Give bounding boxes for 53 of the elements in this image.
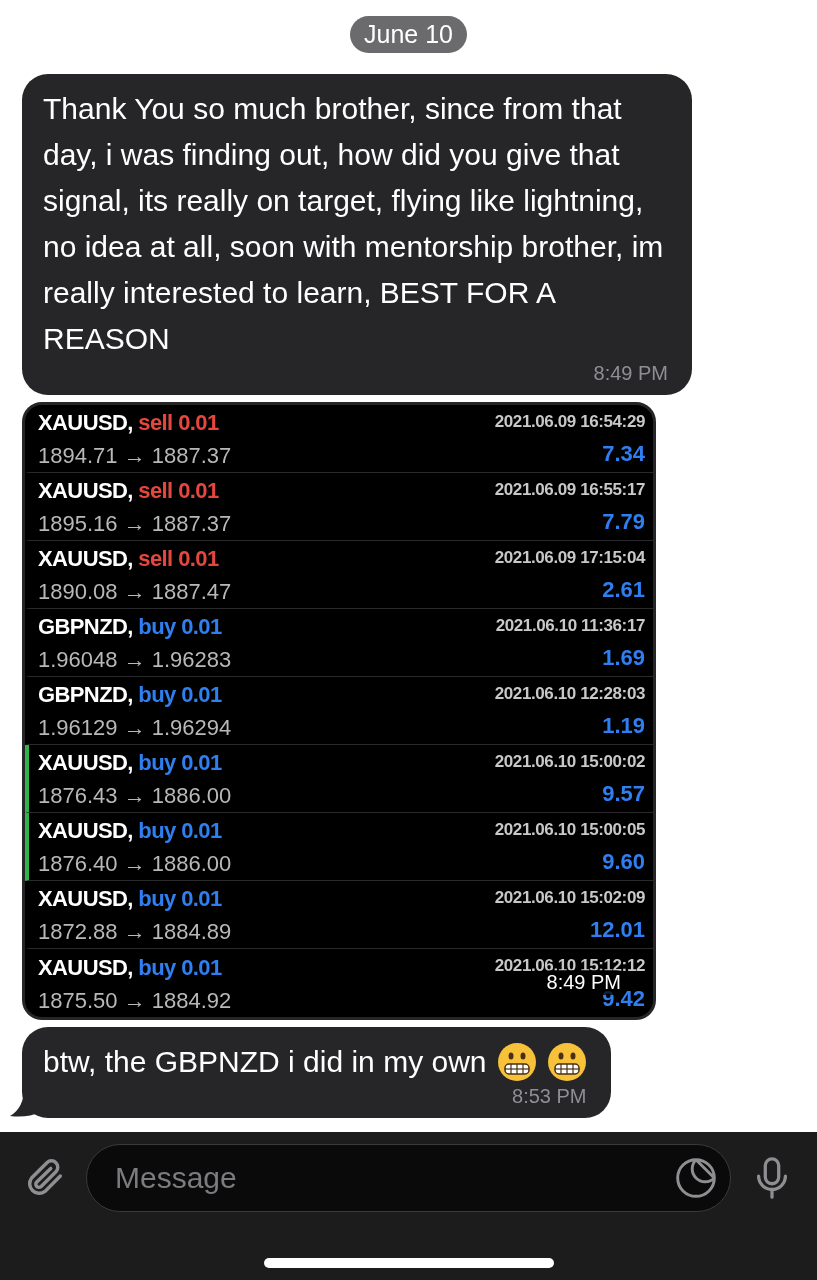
trade-profit: 2.61 — [602, 577, 645, 604]
message-input-field[interactable]: Message — [86, 1144, 731, 1212]
trade-order: sell 0.01 — [138, 478, 219, 504]
message-text: Thank You so much brother, since from that day, i was finding out, how did you give that signal, its really on target, flying like lightning, no idea at all, soon with mentorship brother, im really interested to learn, BEST FOR A REASON — [43, 91, 665, 357]
trade-symbol: XAUUSD, — [38, 750, 133, 776]
trade-profit: 1.69 — [602, 645, 645, 672]
trade-symbol: XAUUSD, — [38, 410, 133, 436]
trade-order: buy 0.01 — [138, 682, 222, 708]
trade-symbol: XAUUSD, — [38, 546, 133, 572]
trade-prices: 1895.16 → 1887.37 — [38, 510, 232, 537]
trade-prices: 1890.08 → 1887.47 — [38, 578, 232, 605]
message-input[interactable]: Message — [113, 1160, 674, 1196]
trade-profit: 7.79 — [602, 509, 645, 536]
message-time: 8:49 PM — [593, 362, 668, 385]
trade-symbol: XAUUSD, — [38, 478, 133, 504]
message-text: btw, the GBPNZD i did in my own — [43, 1044, 487, 1080]
trade-prices: 1875.50 → 1884.92 — [38, 987, 232, 1014]
trade-symbol: XAUUSD, — [38, 818, 133, 844]
trade-symbol: XAUUSD, — [38, 886, 133, 912]
grimacing-emoji-icon — [546, 1042, 587, 1082]
trade-profit: 9.57 — [602, 781, 645, 808]
trade-order: buy 0.01 — [138, 750, 222, 776]
trade-profit: 1.19 — [602, 713, 645, 740]
trade-symbol: GBPNZD, — [38, 682, 133, 708]
trade-profit: 12.01 — [589, 917, 645, 944]
trade-order: sell 0.01 — [138, 546, 219, 572]
trade-order: buy 0.01 — [138, 818, 222, 844]
trade-datetime: 2021.06.10 15:00:05 — [494, 819, 645, 840]
trade-datetime: 2021.06.10 15:00:02 — [494, 751, 645, 772]
date-divider: June 10 — [350, 16, 467, 53]
trade-prices: 1876.40 → 1886.00 — [38, 850, 232, 877]
trade-profit: 7.34 — [602, 441, 645, 468]
trade-order: buy 0.01 — [138, 886, 222, 912]
trade-prices: 1876.43 → 1886.00 — [38, 782, 232, 809]
trade-profit: 9.60 — [602, 849, 645, 876]
trade-datetime: 2021.06.09 16:55:17 — [494, 479, 645, 500]
trade-prices: 1894.71 → 1887.37 — [38, 442, 232, 469]
trade-datetime: 2021.06.09 16:54:29 — [494, 411, 645, 432]
trade-datetime: 2021.06.10 12:28:03 — [494, 683, 645, 704]
sticker-icon[interactable] — [674, 1156, 718, 1200]
trade-order: sell 0.01 — [138, 410, 219, 436]
trade-datetime: 2021.06.09 17:15:04 — [494, 547, 645, 568]
grimacing-emoji-icon — [496, 1042, 537, 1082]
trade-symbol: GBPNZD, — [38, 614, 133, 640]
trade-datetime: 2021.06.10 11:36:17 — [495, 615, 645, 636]
trade-order: buy 0.01 — [138, 954, 222, 980]
trade-symbol: XAUUSD, — [38, 954, 133, 980]
trade-prices: 1.96129 → 1.96294 — [38, 714, 232, 741]
trade-order: buy 0.01 — [138, 614, 222, 640]
trade-prices: 1872.88 → 1884.89 — [38, 918, 232, 945]
trade-prices: 1.96048 → 1.96283 — [38, 646, 232, 673]
trade-datetime: 2021.06.10 15:02:09 — [494, 887, 645, 908]
message-time: 8:53 PM — [512, 1085, 587, 1108]
